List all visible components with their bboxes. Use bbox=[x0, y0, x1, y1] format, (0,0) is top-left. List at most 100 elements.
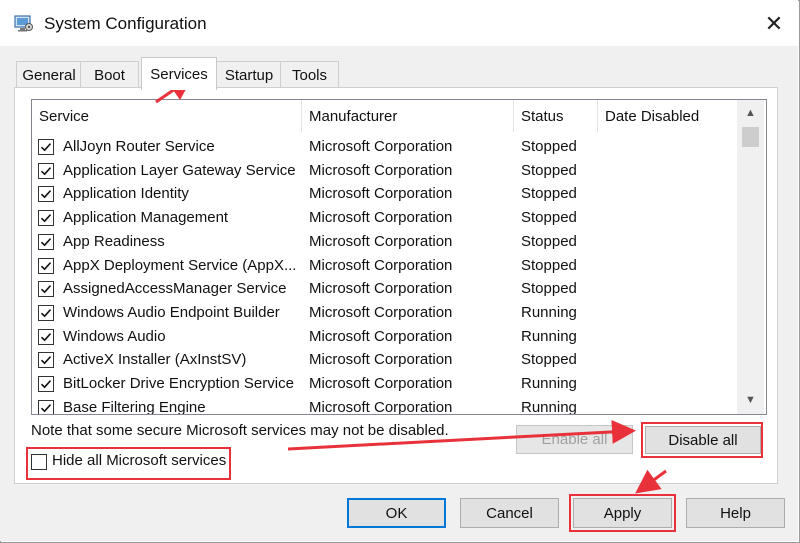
service-name-cell: Windows Audio bbox=[63, 327, 166, 345]
service-name-cell: Application Layer Gateway Service bbox=[63, 161, 296, 179]
window-title: System Configuration bbox=[44, 14, 207, 33]
table-row[interactable]: BitLocker Drive Encryption Service Micros… bbox=[32, 372, 748, 396]
status-cell: Stopped bbox=[521, 280, 577, 298]
service-checkbox[interactable] bbox=[38, 162, 54, 179]
date-disabled-cell bbox=[605, 348, 733, 372]
manufacturer-cell: Microsoft Corporation bbox=[309, 256, 453, 274]
service-checkbox[interactable] bbox=[38, 233, 54, 250]
manufacturer-cell: Microsoft Corporation bbox=[309, 209, 453, 227]
scroll-up-icon[interactable]: ▲ bbox=[737, 103, 764, 123]
service-name-cell: AllJoyn Router Service bbox=[63, 138, 215, 155]
service-name-cell: Application Management bbox=[63, 209, 229, 227]
table-row[interactable]: Windows Audio Microsoft Corporation Runnin… bbox=[32, 325, 748, 349]
manufacturer-cell: Microsoft Corporation bbox=[309, 280, 453, 298]
date-disabled-cell bbox=[605, 372, 733, 396]
enable-all-button[interactable]: Enable all bbox=[516, 425, 633, 454]
apply-button[interactable]: Apply bbox=[573, 498, 672, 528]
scroll-thumb[interactable] bbox=[742, 127, 759, 147]
vertical-scrollbar[interactable]: ▲ ▼ bbox=[737, 100, 764, 414]
table-row[interactable]: Windows Audio Endpoint Builder Microsoft … bbox=[32, 301, 748, 325]
status-cell: Running bbox=[521, 398, 577, 415]
column-header-manufacturer[interactable]: Manufacturer bbox=[302, 100, 514, 132]
hide-microsoft-services-checkbox[interactable] bbox=[31, 454, 47, 470]
status-cell: Running bbox=[521, 327, 577, 345]
manufacturer-cell: Microsoft Corporation bbox=[309, 327, 453, 345]
manufacturer-cell: Microsoft Corporation bbox=[309, 138, 453, 155]
manufacturer-cell: Microsoft Corporation bbox=[309, 232, 453, 250]
date-disabled-cell bbox=[605, 277, 733, 301]
manufacturer-cell: Microsoft Corporation bbox=[309, 398, 453, 415]
service-checkbox[interactable] bbox=[38, 376, 54, 392]
date-disabled-cell bbox=[605, 182, 733, 206]
tab-startup[interactable]: Startup bbox=[216, 61, 282, 88]
status-cell: Stopped bbox=[521, 161, 577, 179]
table-row[interactable]: Base Filtering Engine Microsoft Corporati… bbox=[32, 396, 748, 415]
service-checkbox[interactable] bbox=[38, 139, 54, 155]
service-checkbox[interactable] bbox=[38, 257, 54, 274]
cancel-button[interactable]: Cancel bbox=[460, 498, 559, 528]
service-checkbox[interactable] bbox=[38, 399, 54, 414]
msconfig-icon bbox=[14, 15, 34, 33]
date-disabled-cell bbox=[605, 206, 733, 230]
service-checkbox[interactable] bbox=[38, 304, 54, 321]
tab-tools[interactable]: Tools bbox=[280, 61, 339, 88]
disable-all-button[interactable]: Disable all bbox=[645, 426, 761, 454]
tab-services[interactable]: Services bbox=[141, 57, 217, 90]
service-name-cell: Windows Audio Endpoint Builder bbox=[63, 303, 280, 321]
ok-button[interactable]: OK bbox=[347, 498, 446, 528]
service-name-cell: BitLocker Drive Encryption Service bbox=[63, 375, 294, 392]
service-checkbox[interactable] bbox=[38, 352, 54, 369]
status-cell: Stopped bbox=[521, 209, 577, 227]
table-row[interactable]: AppX Deployment Service (AppX... Microsof… bbox=[32, 254, 748, 278]
status-cell: Stopped bbox=[521, 351, 577, 369]
hide-microsoft-services-label[interactable]: Hide all Microsoft services bbox=[52, 452, 226, 469]
table-row[interactable]: AllJoyn Router Service Microsoft Corporat… bbox=[32, 135, 748, 159]
column-header-date-disabled[interactable]: Date Disabled bbox=[598, 100, 737, 132]
secure-services-note: Note that some secure Microsoft services… bbox=[31, 422, 449, 439]
date-disabled-cell bbox=[605, 396, 733, 414]
status-cell: Stopped bbox=[521, 185, 577, 203]
close-button[interactable]: ✕ bbox=[758, 10, 790, 38]
status-cell: Stopped bbox=[521, 256, 577, 274]
service-name-cell: Base Filtering Engine bbox=[63, 398, 206, 415]
service-name-cell: Application Identity bbox=[63, 185, 189, 203]
table-row[interactable]: Application Identity Microsoft Corporatio… bbox=[32, 182, 748, 206]
date-disabled-cell bbox=[605, 254, 733, 278]
manufacturer-cell: Microsoft Corporation bbox=[309, 161, 453, 179]
column-header-service[interactable]: Service bbox=[32, 100, 302, 132]
service-name-cell: ActiveX Installer (AxInstSV) bbox=[63, 351, 247, 369]
date-disabled-cell bbox=[605, 135, 733, 159]
table-row[interactable]: App Readiness Microsoft Corporation Stoppe… bbox=[32, 230, 748, 254]
service-name-cell: App Readiness bbox=[63, 232, 165, 250]
manufacturer-cell: Microsoft Corporation bbox=[309, 375, 453, 392]
manufacturer-cell: Microsoft Corporation bbox=[309, 185, 453, 203]
table-row[interactable]: AssignedAccessManager Service Microsoft C… bbox=[32, 277, 748, 301]
manufacturer-cell: Microsoft Corporation bbox=[309, 351, 453, 369]
service-checkbox[interactable] bbox=[38, 186, 54, 203]
manufacturer-cell: Microsoft Corporation bbox=[309, 303, 453, 321]
services-list: Service Manufacturer Status Date Disable… bbox=[31, 99, 767, 415]
close-icon: ✕ bbox=[764, 11, 784, 36]
column-header-status[interactable]: Status bbox=[514, 100, 598, 132]
date-disabled-cell bbox=[605, 325, 733, 349]
date-disabled-cell bbox=[605, 301, 733, 325]
status-cell: Stopped bbox=[521, 138, 577, 155]
service-checkbox[interactable] bbox=[38, 281, 54, 298]
table-row[interactable]: Application Management Microsoft Corporat… bbox=[32, 206, 748, 230]
tab-boot[interactable]: Boot bbox=[80, 61, 139, 88]
status-cell: Stopped bbox=[521, 232, 577, 250]
title-bar: System Configuration ✕ bbox=[0, 0, 798, 46]
service-checkbox[interactable] bbox=[38, 328, 54, 345]
help-button[interactable]: Help bbox=[686, 498, 785, 528]
status-cell: Running bbox=[521, 303, 577, 321]
date-disabled-cell bbox=[605, 159, 733, 183]
service-checkbox[interactable] bbox=[38, 210, 54, 227]
table-row[interactable]: Application Layer Gateway Service Microso… bbox=[32, 159, 748, 183]
service-name-cell: AppX Deployment Service (AppX... bbox=[63, 256, 297, 274]
scroll-down-icon[interactable]: ▼ bbox=[737, 390, 764, 410]
table-row[interactable]: ActiveX Installer (AxInstSV) Microsoft Co… bbox=[32, 348, 748, 372]
tab-general[interactable]: General bbox=[16, 61, 82, 88]
date-disabled-cell bbox=[605, 230, 733, 254]
status-cell: Running bbox=[521, 375, 577, 392]
service-name-cell: AssignedAccessManager Service bbox=[63, 280, 287, 298]
